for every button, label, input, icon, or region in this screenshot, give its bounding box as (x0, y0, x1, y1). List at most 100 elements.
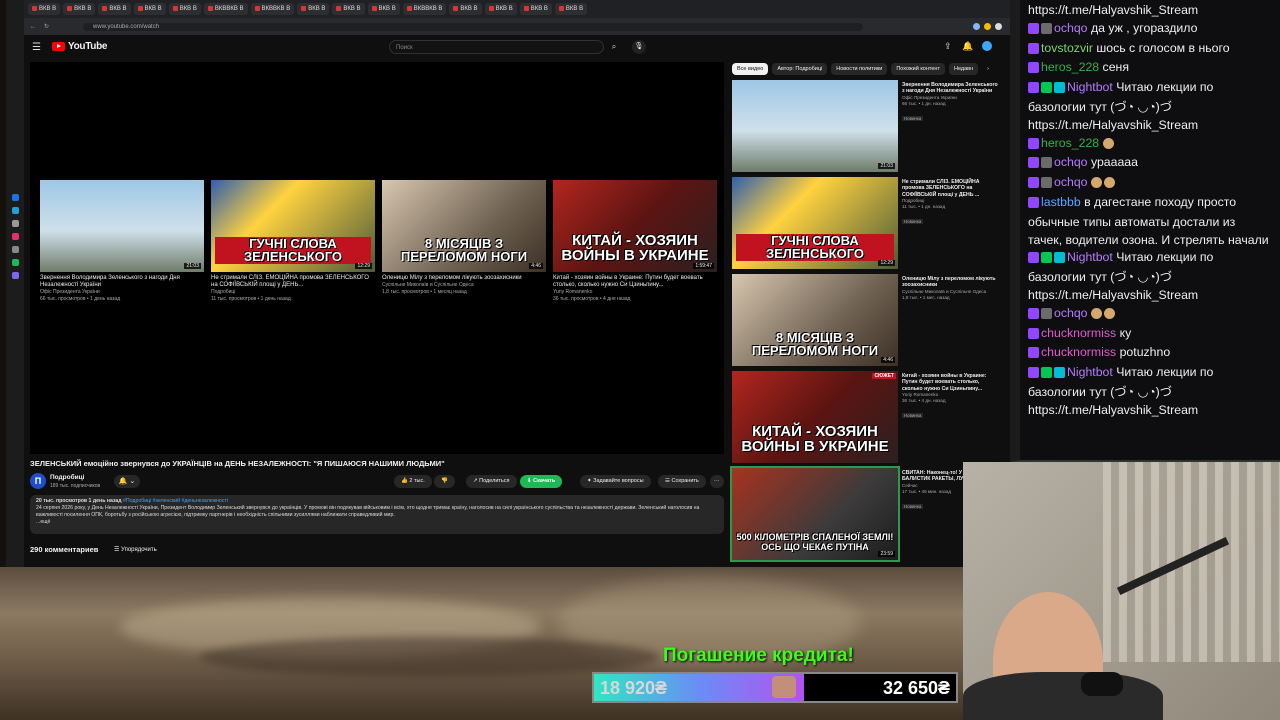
telegram-icon[interactable] (11, 207, 19, 214)
search-input[interactable]: Поиск (389, 40, 604, 54)
video-description[interactable]: 20 тыс. просмотров 1 день назад #Подроби… (30, 495, 724, 534)
app-icon[interactable] (11, 246, 19, 253)
chat-username[interactable]: chucknormiss (1041, 326, 1116, 340)
browser-tab[interactable]: ВКВ В (449, 3, 482, 15)
endscreen-video-card[interactable]: ГУЧНІ СЛОВА ЗЕЛЕНСЬКОГО 12:29 Не стримали … (211, 180, 375, 303)
chat-username[interactable]: Nightbot (1067, 365, 1113, 379)
mic-icon[interactable]: 🎙 (632, 40, 646, 54)
video-thumbnail[interactable]: 21:03 (40, 180, 204, 272)
ask-button[interactable]: ✦ Задавайте вопросы (580, 475, 651, 488)
video-title[interactable]: Оленицю Мілу з переломом лікують зоозахи… (382, 275, 546, 282)
endscreen-video-card[interactable]: 8 МІСЯЦІВ З ПЕРЕЛОМОМ НОГИ 4:46 Оленицю Мі… (382, 180, 546, 296)
browser-tab[interactable]: ВКВ В (63, 3, 96, 15)
browser-tab[interactable]: ВКВ В (519, 3, 552, 15)
profile-icon[interactable] (995, 23, 1002, 30)
browser-tab[interactable]: ВКВ В (168, 3, 201, 15)
filter-chip[interactable]: Недавн (948, 63, 979, 75)
browser-tab[interactable]: ВКВ В (484, 3, 517, 15)
video-title[interactable]: Не стримали СЛІЗ. ЕМОЦІЙНА промова ЗЕЛЕН… (902, 179, 1000, 198)
video-title[interactable]: Оленицю Мілу з переломом лікують зоозахи… (902, 276, 1000, 289)
video-thumbnail[interactable]: 21:03 (732, 80, 898, 172)
description-tags[interactable]: #Подробиці #зеленский #деньнезалежності (123, 498, 228, 504)
chat-username[interactable]: ochqo (1054, 21, 1088, 35)
avatar[interactable] (982, 41, 992, 51)
video-thumbnail[interactable]: 500 КІЛОМЕТРІВ СПАЛЕНОЇ ЗЕМЛІ! ОСЬ ЩО ЧЕ… (730, 466, 900, 562)
browser-tab[interactable]: ВКВ В (367, 3, 400, 15)
instagram-icon[interactable] (11, 233, 19, 240)
filter-chip[interactable]: Похожий контент (891, 63, 945, 75)
app-icon[interactable] (11, 272, 19, 279)
chat-username[interactable]: chucknormiss (1041, 345, 1116, 359)
browser-tab[interactable]: ВКВ В (554, 3, 588, 15)
recommended-video[interactable]: КИТАЙ - ХОЗЯИН ВОЙНЫ В УКРАИНЕ СЮЖЕТ Китай… (732, 371, 1002, 465)
video-thumbnail[interactable]: 8 МІСЯЦІВ З ПЕРЕЛОМОМ НОГИ 4:46 (732, 274, 898, 366)
recommended-video[interactable]: ГУЧНІ СЛОВА ЗЕЛЕНСЬКОГО 12:29 Не стримали … (732, 177, 1002, 271)
recommended-video[interactable]: 21:03 Звернення Володимира Зеленського з … (732, 80, 1002, 174)
sort-comments-button[interactable]: ☰ Упорядочить (114, 546, 157, 553)
channel-name[interactable]: Суспільне Миколаїв и Суспільне Одеса (382, 282, 546, 289)
browser-tab[interactable]: ВКВВКВ В (203, 3, 248, 15)
video-title[interactable]: Китай - хозяин войны в Украине: Путин бу… (902, 373, 1000, 392)
filter-chip[interactable]: Все видео (732, 63, 769, 75)
more-actions-button[interactable]: ··· (710, 475, 724, 488)
menu-icon[interactable]: ☰ (32, 42, 41, 53)
chat-username[interactable]: heros_228 (1041, 136, 1099, 150)
app-icon[interactable] (11, 220, 19, 227)
browser-tab[interactable]: ВКВВКВ В (250, 3, 295, 15)
chat-username[interactable]: Nightbot (1067, 250, 1113, 264)
subscribe-bell-button[interactable]: 🔔 ⌄ (114, 475, 140, 488)
channel-name[interactable]: Суспільне Миколаїв и Суспільне Одеса (902, 289, 1000, 295)
extension-icon[interactable] (973, 23, 980, 30)
video-title[interactable]: Звернення Володимира Зеленського з нагод… (902, 82, 1000, 95)
url-field[interactable]: www.youtube.com/watch (83, 22, 864, 31)
filter-chip[interactable]: Автор: Подробиці (772, 63, 828, 75)
dislike-button[interactable]: 👎 (434, 475, 455, 488)
video-thumbnail[interactable]: ГУЧНІ СЛОВА ЗЕЛЕНСЬКОГО 12:29 (732, 177, 898, 269)
endscreen-video-card[interactable]: КИТАЙ - ХОЗЯИН ВОЙНЫ В УКРАИНЕ 1:59:47 Кит… (553, 180, 717, 303)
recommended-video[interactable]: 500 КІЛОМЕТРІВ СПАЛЕНОЇ ЗЕМЛІ! ОСЬ ЩО ЧЕ… (730, 466, 1002, 562)
video-player[interactable]: 21:03 Звернення Володимира Зеленського з … (30, 62, 724, 454)
youtube-logo[interactable]: YouTube (52, 41, 108, 52)
browser-tab[interactable]: ВКВ В (133, 3, 166, 15)
video-thumbnail[interactable]: ГУЧНІ СЛОВА ЗЕЛЕНСЬКОГО 12:29 (211, 180, 375, 272)
chat-username[interactable]: ochqo (1054, 306, 1088, 320)
save-button[interactable]: ☰ Сохранить (658, 475, 706, 488)
video-thumbnail[interactable]: КИТАЙ - ХОЗЯИН ВОЙНЫ В УКРАИНЕ 1:59:47 (553, 180, 717, 272)
chips-next-icon[interactable]: › (982, 63, 994, 75)
channel-name[interactable]: Офіс Президента України (40, 289, 204, 296)
video-thumbnail[interactable]: 8 МІСЯЦІВ З ПЕРЕЛОМОМ НОГИ 4:46 (382, 180, 546, 272)
extension-icon[interactable] (984, 23, 991, 30)
chat-username[interactable]: tovstozvir (1041, 41, 1093, 55)
chat-username[interactable]: ochqo (1054, 155, 1088, 169)
channel-name[interactable]: Подробиці (211, 289, 375, 296)
chat-username[interactable]: Nightbot (1067, 80, 1113, 94)
browser-tab[interactable]: ВКВВКВ В (402, 3, 447, 15)
chat-username[interactable]: heros_228 (1041, 60, 1099, 74)
back-icon[interactable]: ← (30, 24, 36, 30)
video-title[interactable]: Не стримали СЛІЗ. ЕМОЦІЙНА промова ЗЕЛЕН… (211, 275, 375, 289)
browser-tab[interactable]: ВКВ В (28, 3, 61, 15)
browser-tab[interactable]: ВКВ В (297, 3, 330, 15)
video-title[interactable]: Звернення Володимира Зеленського з нагод… (40, 275, 204, 289)
endscreen-video-card[interactable]: 21:03 Звернення Володимира Зеленського з … (40, 180, 204, 303)
recommended-video[interactable]: 8 МІСЯЦІВ З ПЕРЕЛОМОМ НОГИ 4:46 Оленицю Мі… (732, 274, 1002, 368)
description-more[interactable]: ...ещё (36, 519, 50, 525)
channel-name[interactable]: Yuriy Romanenko (553, 289, 717, 296)
search-icon[interactable]: ⌕ (606, 40, 622, 54)
reload-icon[interactable]: ↻ (44, 23, 49, 30)
share-button[interactable]: ↗ Поделиться (466, 475, 517, 488)
browser-tab[interactable]: ВКВ В (98, 3, 131, 15)
channel-name[interactable]: Подробиці (50, 474, 84, 481)
download-button[interactable]: ⬇ Скачать (520, 475, 563, 488)
browser-tab[interactable]: ВКВ В (332, 3, 365, 15)
spotify-icon[interactable] (11, 259, 19, 266)
chat-username[interactable]: lastbbb (1041, 195, 1081, 209)
video-title[interactable]: Китай - хозяин войны в Украине: Путин бу… (553, 275, 717, 289)
chat-username[interactable]: ochqo (1054, 175, 1088, 189)
filter-chip[interactable]: Новости политики (831, 63, 888, 75)
upload-icon[interactable]: ⇪ (944, 41, 952, 52)
app-icon[interactable] (11, 194, 19, 201)
video-thumbnail[interactable]: КИТАЙ - ХОЗЯИН ВОЙНЫ В УКРАИНЕ СЮЖЕТ (732, 371, 898, 463)
bell-icon[interactable]: 🔔 (962, 41, 973, 52)
channel-avatar[interactable]: П (30, 473, 46, 489)
